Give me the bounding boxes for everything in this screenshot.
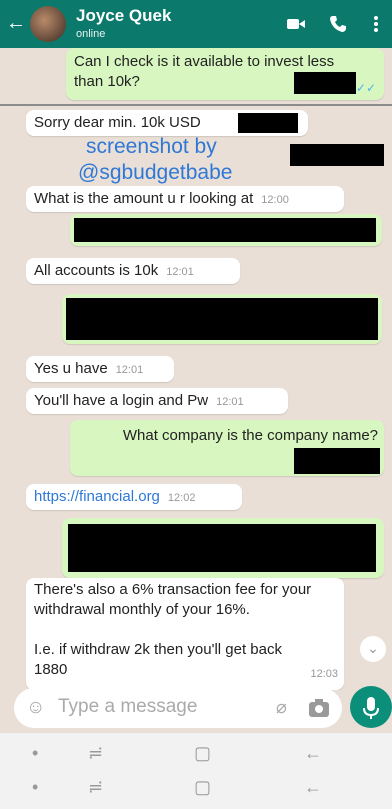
message-bubble-incoming[interactable]: What is the amount u r looking at 12:00 xyxy=(26,186,344,212)
message-line: You'll have a login and Pw 12:01 xyxy=(34,391,244,412)
message-bubble-incoming[interactable]: Yes u have 12:01 xyxy=(26,356,174,382)
watermark-line-2: @sgbudgetbabe xyxy=(78,161,233,184)
message-time: 12:00 xyxy=(261,194,289,206)
redaction-box xyxy=(294,72,356,94)
message-input-bar[interactable]: ☺ Type a message ⌀ xyxy=(14,688,342,728)
message-time: 12:03 xyxy=(310,668,338,680)
phone-call-icon[interactable] xyxy=(328,14,348,34)
mic-icon xyxy=(363,697,379,719)
back-arrow-icon[interactable]: ← xyxy=(6,12,26,35)
redaction-box xyxy=(68,524,376,572)
redaction-box xyxy=(74,218,376,242)
message-time: 12:02 xyxy=(167,492,196,504)
recent-apps-icon[interactable]: ≓ xyxy=(88,777,103,798)
recent-apps-icon[interactable]: ≓ xyxy=(88,743,103,764)
message-bubble-incoming[interactable]: Sorry dear min. 10k USD xyxy=(26,110,308,136)
scroll-down-button[interactable]: ⌄ xyxy=(360,636,386,662)
message-text: Sorry dear min. 10k USD xyxy=(34,114,201,131)
message-line: What is the amount u r looking at 12:00 xyxy=(34,189,289,210)
message-bubble-outgoing[interactable] xyxy=(62,294,382,344)
message-text: All accounts is 10k xyxy=(34,262,159,279)
read-receipt-icon: ✓✓ xyxy=(355,81,376,95)
message-bubble-incoming[interactable]: There's also a 6% transaction fee for yo… xyxy=(26,578,344,690)
chat-header: ← Joyce Quek online xyxy=(0,0,392,48)
message-time: 12:01 xyxy=(166,266,194,278)
nav-dot-icon[interactable]: • xyxy=(32,777,38,798)
redaction-box xyxy=(66,298,378,340)
attach-icon[interactable]: ⌀ xyxy=(276,697,287,718)
video-call-icon[interactable] xyxy=(286,14,306,34)
system-nav-bar: • ≓ ▢ ← • ≓ ▢ ← xyxy=(0,733,392,809)
message-bubble-outgoing[interactable]: Can I check is it available to invest le… xyxy=(66,48,384,100)
emoji-icon[interactable]: ☺ xyxy=(26,697,45,719)
divider-line xyxy=(0,104,392,106)
camera-icon[interactable] xyxy=(308,698,330,718)
message-text: What is the amount u r looking at xyxy=(34,190,254,207)
nav-dot-icon[interactable]: • xyxy=(32,743,38,764)
redaction-box xyxy=(290,144,384,166)
home-icon[interactable]: ▢ xyxy=(194,777,211,798)
message-time: 12:01 xyxy=(216,396,244,408)
message-line: https://financial.org 12:02 xyxy=(34,487,195,508)
chat-area[interactable]: Can I check is it available to invest le… xyxy=(0,48,392,690)
message-text: There's also a 6% transaction fee for yo… xyxy=(34,581,312,618)
message-input[interactable]: Type a message xyxy=(58,696,197,718)
message-bubble-incoming[interactable]: You'll have a login and Pw 12:01 xyxy=(26,388,288,414)
home-icon[interactable]: ▢ xyxy=(194,743,211,764)
message-link[interactable]: https://financial.org xyxy=(34,488,160,505)
watermark-line-1: screenshot by xyxy=(86,135,217,158)
contact-name[interactable]: Joyce Quek xyxy=(76,6,171,26)
more-options-icon[interactable] xyxy=(366,14,386,34)
mic-button[interactable] xyxy=(350,686,392,728)
message-bubble-outgoing[interactable] xyxy=(70,214,382,246)
back-nav-icon[interactable]: ← xyxy=(304,777,322,798)
message-bubble-outgoing[interactable]: What company is the company name? xyxy=(70,420,384,476)
contact-status: online xyxy=(76,28,106,40)
back-nav-icon[interactable]: ← xyxy=(304,743,322,764)
message-line: All accounts is 10k 12:01 xyxy=(34,261,194,282)
message-text: You'll have a login and Pw xyxy=(34,392,209,409)
avatar[interactable] xyxy=(30,6,66,42)
message-line: Yes u have 12:01 xyxy=(34,359,143,380)
message-text: What company is the company name? xyxy=(122,427,378,444)
message-bubble-incoming[interactable]: https://financial.org 12:02 xyxy=(26,484,242,510)
message-time: 12:01 xyxy=(115,364,144,376)
message-text: Yes u have xyxy=(34,360,108,377)
message-text: I.e. if withdraw 2k then you'll get back… xyxy=(34,641,282,678)
message-bubble-incoming[interactable]: All accounts is 10k 12:01 xyxy=(26,258,240,284)
redaction-box xyxy=(294,448,380,474)
message-bubble-outgoing[interactable] xyxy=(62,518,384,578)
redaction-box xyxy=(238,113,298,133)
